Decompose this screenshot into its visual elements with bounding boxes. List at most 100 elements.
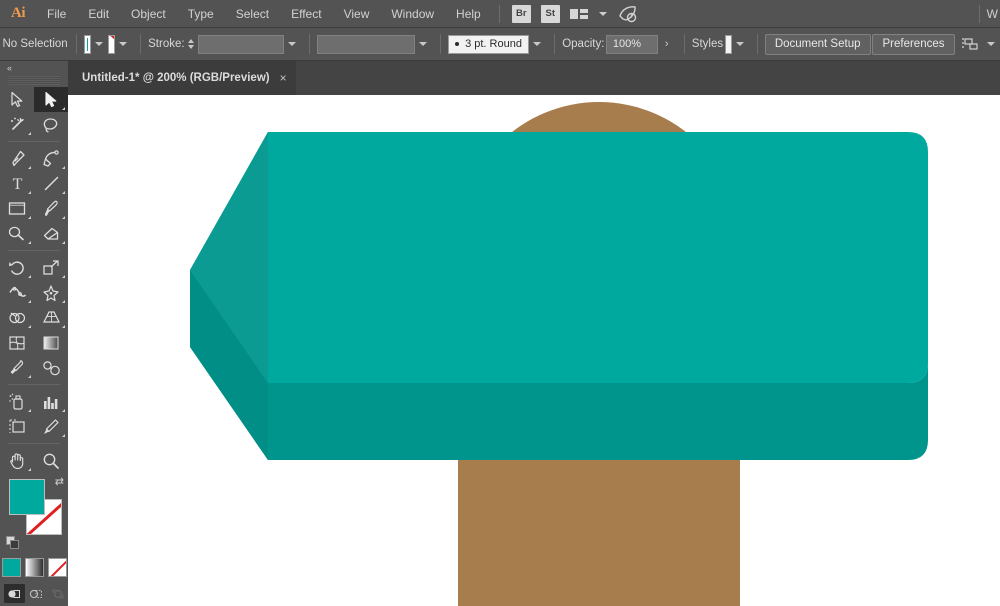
fill-swatch[interactable] — [9, 479, 45, 515]
artboard-tool[interactable] — [0, 414, 34, 439]
bridge-icon[interactable]: Br — [511, 4, 531, 23]
eyedropper-tool[interactable] — [0, 355, 34, 380]
tool-more-indicator — [28, 166, 31, 169]
opacity-more-options[interactable]: › — [658, 38, 676, 50]
selection-tool[interactable] — [0, 87, 34, 112]
menu-effect[interactable]: Effect — [280, 0, 332, 28]
tool-more-indicator — [28, 409, 31, 412]
lasso-tool[interactable] — [34, 112, 68, 137]
pen-tool[interactable] — [0, 146, 34, 171]
menu-file[interactable]: File — [36, 0, 77, 28]
menubar-divider-right — [978, 5, 980, 23]
graphic-style-swatch[interactable] — [724, 34, 732, 54]
tool-more-indicator — [62, 107, 65, 110]
opacity-input[interactable]: 100% — [605, 34, 658, 54]
hand-tool[interactable] — [0, 448, 34, 473]
column-graph-tool[interactable] — [34, 389, 68, 414]
draw-behind-button[interactable] — [26, 584, 47, 603]
stroke-weight-field[interactable] — [197, 34, 284, 54]
shaper-pencil-tool[interactable] — [0, 221, 34, 246]
workspace-label: W — [986, 7, 998, 21]
tool-more-indicator — [62, 166, 65, 169]
stroke-weight-stepper[interactable] — [187, 39, 194, 49]
symbol-sprayer-tool[interactable] — [0, 389, 34, 414]
blend-tool[interactable] — [34, 355, 68, 380]
document-tab[interactable]: Untitled-1* @ 200% (RGB/Preview) × — [68, 61, 296, 95]
free-transform-tool[interactable] — [34, 280, 68, 305]
direct-selection-tool[interactable] — [34, 87, 68, 112]
paintbrush-tool[interactable] — [34, 196, 68, 221]
menu-help[interactable]: Help — [445, 0, 492, 28]
magic-wand-tool[interactable] — [0, 112, 34, 137]
tool-more-indicator — [28, 468, 31, 471]
none-slash-icon — [48, 559, 66, 576]
rotate-tool[interactable] — [0, 255, 34, 280]
document-setup-button[interactable]: Document Setup — [764, 33, 871, 55]
hammer-illustration — [68, 95, 1000, 606]
rectangle-tool[interactable] — [0, 196, 34, 221]
stroke-weight-chevron-down-icon[interactable] — [287, 42, 296, 46]
width-tool[interactable] — [0, 280, 34, 305]
stroke-color-swatch[interactable] — [107, 34, 115, 54]
shape-builder-tool[interactable] — [0, 305, 34, 330]
fill-color-swatch[interactable] — [83, 34, 91, 54]
styles-chevron-down-icon[interactable] — [735, 42, 744, 46]
none-swatch-button[interactable] — [47, 558, 67, 577]
menu-edit[interactable]: Edit — [77, 0, 120, 28]
perspective-grid-tool[interactable] — [34, 305, 68, 330]
tool-more-indicator — [62, 409, 65, 412]
opacity-label: Opacity: — [562, 38, 605, 50]
default-fill-stroke-icon[interactable] — [6, 536, 19, 549]
color-swatch-button[interactable] — [1, 558, 21, 577]
menu-view[interactable]: View — [333, 0, 381, 28]
swap-fill-stroke-icon[interactable]: ⇄ — [55, 477, 64, 488]
workspace-switcher[interactable]: W — [972, 0, 1000, 28]
mesh-tool[interactable] — [0, 330, 34, 355]
curvature-tool[interactable] — [34, 146, 68, 171]
slice-tool[interactable] — [34, 414, 68, 439]
svg-text:T: T — [12, 176, 22, 192]
default-front-square — [10, 540, 19, 549]
align-transform-icon[interactable] — [961, 36, 979, 52]
tool-more-indicator — [28, 375, 31, 378]
type-tool[interactable]: T — [0, 171, 34, 196]
draw-inside-button[interactable] — [47, 584, 68, 603]
hammer-head-shape[interactable] — [68, 95, 1000, 606]
chevron-down-icon[interactable] — [598, 11, 607, 16]
eraser-tool[interactable] — [34, 221, 68, 246]
brush-chevron-down-icon[interactable] — [532, 42, 541, 46]
brush-definition-field[interactable]: 3 pt. Round — [448, 34, 529, 54]
variable-width-profile-field[interactable] — [316, 34, 415, 54]
fill-chevron-down-icon[interactable] — [94, 42, 103, 46]
menu-object[interactable]: Object — [120, 0, 177, 28]
gradient-tool[interactable] — [34, 330, 68, 355]
tools-panel: « T ⇄ — [0, 61, 68, 606]
draw-normal-button[interactable] — [4, 584, 25, 603]
line-segment-tool[interactable] — [34, 171, 68, 196]
menu-window[interactable]: Window — [380, 0, 445, 28]
tool-more-indicator — [28, 300, 31, 303]
artboard-canvas[interactable] — [68, 95, 1000, 606]
variable-width-chevron-down-icon[interactable] — [418, 42, 427, 46]
zoom-tool[interactable] — [34, 448, 68, 473]
tool-more-indicator — [28, 241, 31, 244]
arrange-documents-icon[interactable] — [569, 7, 589, 21]
stroke-chevron-down-icon[interactable] — [118, 42, 127, 46]
panel-grabber[interactable] — [8, 76, 60, 85]
scale-tool[interactable] — [34, 255, 68, 280]
stock-icon[interactable]: St — [540, 4, 560, 23]
tools-grid: T — [0, 87, 68, 473]
menu-select[interactable]: Select — [225, 0, 280, 28]
preferences-button[interactable]: Preferences — [872, 33, 955, 55]
collapse-panel-icon[interactable]: « — [0, 61, 68, 75]
tool-more-indicator — [62, 434, 65, 437]
align-chevron-down-icon[interactable] — [986, 42, 995, 46]
control-bar: No Selection Stroke: 3 pt. Round Opacity… — [0, 28, 1000, 61]
gradient-swatch-button[interactable] — [24, 558, 44, 577]
tool-more-indicator — [62, 300, 65, 303]
close-icon[interactable]: × — [280, 72, 287, 84]
tools-divider-4 — [8, 443, 60, 444]
menu-type[interactable]: Type — [177, 0, 225, 28]
rocket-launch-icon[interactable] — [617, 5, 639, 23]
tools-divider-1 — [8, 141, 60, 142]
